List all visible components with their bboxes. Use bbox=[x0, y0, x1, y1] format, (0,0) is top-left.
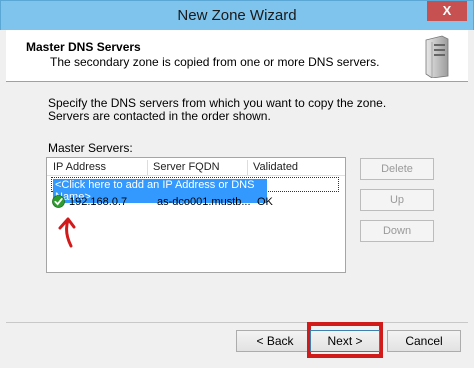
wizard-content: Specify the DNS servers from which you w… bbox=[6, 83, 468, 323]
column-server-fqdn[interactable]: Server FQDN bbox=[153, 161, 220, 173]
header-subtitle: The secondary zone is copied from one or… bbox=[50, 55, 380, 69]
back-button[interactable]: < Back bbox=[236, 330, 314, 352]
master-servers-list[interactable]: IP Address Server FQDN Validated <Click … bbox=[46, 157, 346, 273]
master-servers-label: Master Servers: bbox=[48, 141, 133, 155]
up-button[interactable]: Up bbox=[360, 189, 434, 211]
column-divider[interactable] bbox=[247, 160, 248, 175]
annotation-arrow-icon bbox=[58, 217, 76, 248]
column-divider[interactable] bbox=[147, 160, 148, 175]
row-ip-address: 192.168.0.7 bbox=[69, 196, 128, 208]
check-icon bbox=[52, 195, 65, 208]
header-title: Master DNS Servers bbox=[26, 40, 141, 54]
cancel-button[interactable]: Cancel bbox=[387, 330, 461, 352]
next-button[interactable]: Next > bbox=[310, 330, 380, 352]
column-ip-address[interactable]: IP Address bbox=[53, 161, 106, 173]
delete-button[interactable]: Delete bbox=[360, 158, 434, 180]
table-row[interactable]: 192.168.0.7 as-dco001.mustb... OK bbox=[51, 194, 339, 210]
down-button[interactable]: Down bbox=[360, 220, 434, 242]
wizard-header: Master DNS Servers The secondary zone is… bbox=[6, 30, 468, 82]
list-header: IP Address Server FQDN Validated bbox=[47, 158, 345, 176]
window-titlebar: New Zone Wizard X bbox=[0, 0, 474, 30]
window-title: New Zone Wizard bbox=[177, 7, 297, 24]
row-server-fqdn: as-dco001.mustb... bbox=[157, 196, 251, 208]
row-validated: OK bbox=[257, 196, 273, 208]
column-validated[interactable]: Validated bbox=[253, 161, 298, 173]
server-icon bbox=[425, 35, 449, 78]
add-server-row[interactable]: <Click here to add an IP Address or DNS … bbox=[51, 177, 339, 203]
close-button[interactable]: X bbox=[427, 1, 467, 21]
description-text: Specify the DNS servers from which you w… bbox=[48, 96, 387, 123]
